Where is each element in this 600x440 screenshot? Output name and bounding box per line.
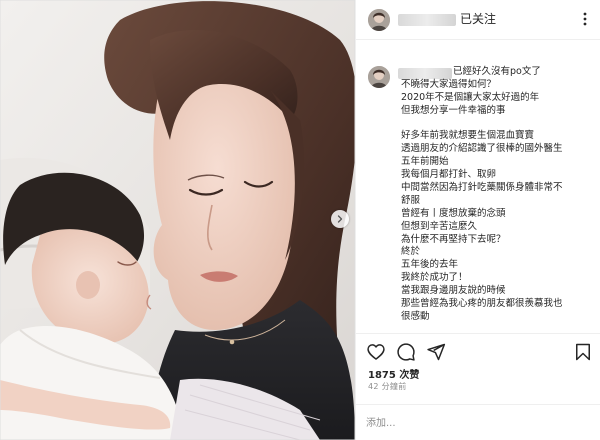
instagram-post: 已关注 已經好久沒有po文了 不曉得大家過得如何？ 2020年不是個讓大家太好過… bbox=[0, 0, 600, 440]
like-count[interactable]: 1875 次赞 bbox=[368, 366, 419, 381]
heart-icon bbox=[367, 344, 385, 360]
avatar-image bbox=[368, 9, 390, 31]
like-button[interactable] bbox=[366, 342, 386, 362]
caption-line: 但想到辛苦這麼久 bbox=[401, 220, 478, 232]
post-timestamp[interactable]: 42 分鐘前 bbox=[368, 381, 407, 392]
caption-line: 已經好久沒有po文了 bbox=[453, 66, 541, 77]
post-caption: 已經好久沒有po文了 不曉得大家過得如何？ 2020年不是個讓大家太好過的年 但… bbox=[401, 66, 597, 324]
caption-area: 已經好久沒有po文了 不曉得大家過得如何？ 2020年不是個讓大家太好過的年 但… bbox=[356, 41, 600, 331]
post-side-panel: 已关注 已經好久沒有po文了 不曉得大家過得如何？ 2020年不是個讓大家太好過… bbox=[355, 0, 600, 440]
ellipsis-vertical-icon bbox=[583, 12, 587, 26]
chevron-right-icon bbox=[337, 215, 343, 223]
caption-line: 五年後的去年 bbox=[401, 259, 459, 271]
caption-line: 終於 bbox=[401, 246, 421, 258]
caption-line: 五年前開始 bbox=[401, 156, 449, 168]
caption-line: 中間當然因為打針吃藥關係身體非常不 bbox=[401, 182, 563, 194]
comment-button[interactable] bbox=[396, 342, 416, 362]
send-icon bbox=[427, 343, 446, 361]
avatar-image bbox=[368, 66, 390, 88]
comment-icon bbox=[397, 343, 415, 361]
follow-status-label[interactable]: 已关注 bbox=[460, 11, 496, 27]
caption-line: 但我想分享一件幸福的事 bbox=[401, 104, 506, 116]
caption-line: 很感動 bbox=[401, 310, 430, 322]
caption-author-avatar[interactable] bbox=[368, 66, 390, 88]
caption-line: 我終於成功了！ bbox=[401, 272, 468, 284]
share-button[interactable] bbox=[426, 342, 446, 362]
caption-line: 當我跟身邊朋友說的時候 bbox=[401, 285, 506, 297]
caption-line: 那些曾經為我心疼的朋友都很羨慕我也 bbox=[401, 298, 563, 310]
caption-paragraph-gap bbox=[401, 118, 597, 131]
caption-line: 我每個月都打針、取卵 bbox=[401, 169, 497, 181]
carousel-next-button[interactable] bbox=[331, 210, 349, 228]
photo-illustration bbox=[0, 0, 355, 440]
caption-line: 透過朋友的介紹認識了很棒的國外醫生 bbox=[401, 143, 563, 155]
bookmark-icon bbox=[576, 343, 590, 361]
caption-line: 好多年前我就想要生個混血寶寶 bbox=[401, 130, 535, 142]
post-actions-bar bbox=[356, 333, 600, 365]
caption-line: 為什麼不再堅持下去呢？ bbox=[401, 233, 506, 245]
comment-input[interactable] bbox=[366, 413, 566, 433]
caption-line: 舒服 bbox=[401, 194, 421, 206]
post-photo[interactable] bbox=[0, 0, 355, 440]
caption-line: 2020年不是個讓大家太好過的年 bbox=[401, 91, 540, 103]
caption-line: 不曉得大家過得如何？ bbox=[401, 78, 497, 90]
post-header: 已关注 bbox=[356, 0, 600, 40]
author-username-blurred[interactable] bbox=[398, 14, 456, 26]
save-button[interactable] bbox=[573, 342, 593, 362]
author-avatar[interactable] bbox=[368, 9, 390, 31]
caption-line: 曾經有丨度想放棄的念頭 bbox=[401, 207, 506, 219]
more-options-button[interactable] bbox=[578, 10, 592, 28]
add-comment-bar bbox=[356, 404, 600, 440]
